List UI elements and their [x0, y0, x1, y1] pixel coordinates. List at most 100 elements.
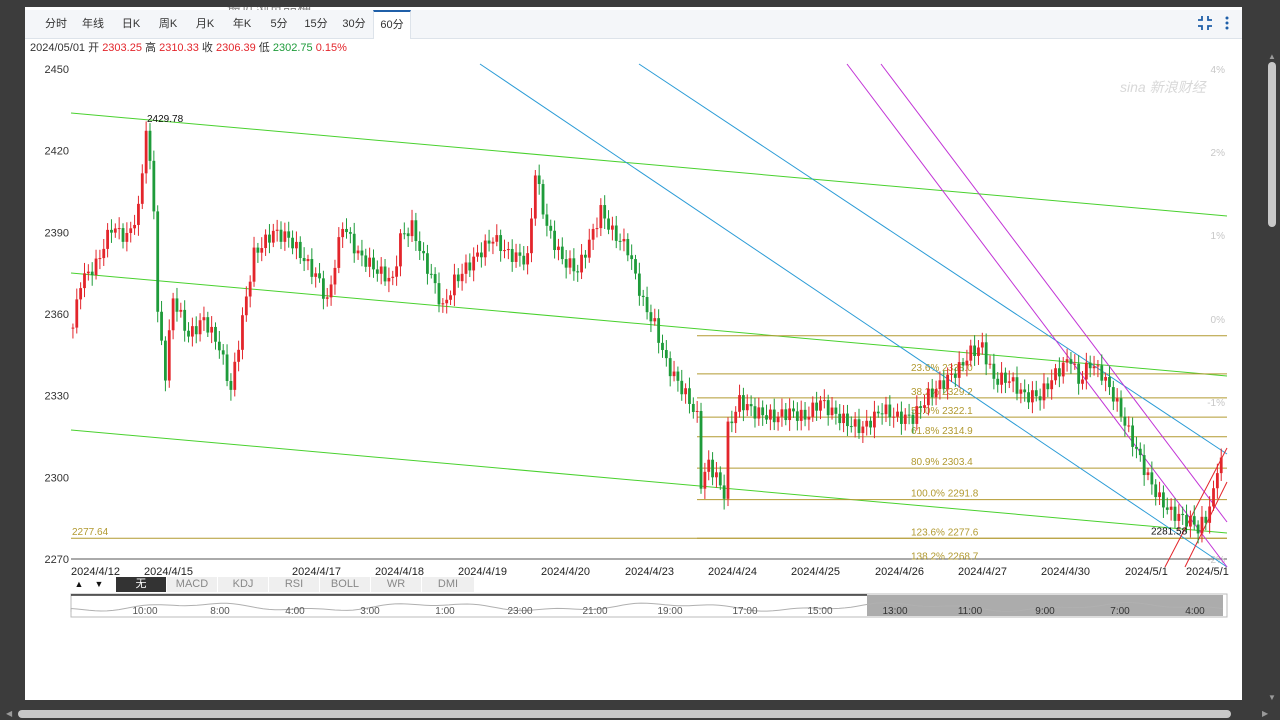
candle-body: [815, 402, 819, 411]
candle-body: [896, 411, 899, 417]
candle-body: [383, 266, 387, 282]
candle-body: [634, 259, 637, 274]
candle-body: [302, 258, 306, 262]
candle-body: [522, 255, 526, 265]
candle-body: [429, 273, 433, 275]
indicator-rsi[interactable]: RSI: [269, 577, 320, 592]
indicator-none[interactable]: 无: [116, 577, 167, 592]
candle-body: [742, 395, 745, 411]
candle-body: [268, 234, 271, 243]
candle-body: [472, 256, 476, 271]
candle-body: [707, 459, 711, 472]
candle-body: [179, 309, 183, 312]
indicator-wr[interactable]: WR: [371, 577, 422, 592]
candle-body: [765, 415, 768, 420]
candle-body: [1108, 377, 1111, 388]
candle-body: [738, 395, 741, 412]
candle-body: [1069, 359, 1073, 364]
candle-body: [892, 416, 896, 418]
candle-body: [1004, 372, 1007, 383]
candle-body: [822, 400, 826, 402]
candle-body: [865, 420, 869, 427]
candle-body: [164, 340, 167, 381]
candle-body: [460, 273, 464, 282]
candle-body: [1208, 506, 1212, 523]
fib-level-label: 123.6% 2277.6: [911, 527, 979, 538]
candle-body: [1065, 359, 1069, 363]
candle-body: [884, 404, 888, 415]
candle-body: [549, 225, 553, 231]
candle-body: [225, 354, 229, 382]
candle-body: [503, 250, 506, 252]
candle-body: [834, 407, 838, 414]
horizontal-scrollbar[interactable]: [18, 710, 1231, 718]
navigator-time-label: 1:00: [435, 606, 455, 617]
candle-body: [695, 410, 699, 412]
candle-body: [441, 303, 445, 305]
indicator-kdj[interactable]: KDJ: [218, 577, 269, 592]
candle-body: [923, 405, 926, 408]
candle-body: [826, 400, 830, 416]
candle-body: [152, 160, 156, 212]
candle-body: [649, 312, 653, 322]
scroll-right-icon[interactable]: ▶: [1262, 709, 1268, 718]
indicator-boll[interactable]: BOLL: [320, 577, 371, 592]
candle-body: [757, 407, 761, 419]
candle-body: [926, 388, 930, 406]
vertical-scrollbar[interactable]: [1268, 62, 1276, 227]
candle-body: [379, 266, 383, 274]
candle-body: [1034, 390, 1038, 397]
candle-body: [1135, 446, 1138, 449]
pct-tick-label: -1%: [1207, 398, 1225, 409]
indicator-dmi[interactable]: DMI: [422, 577, 475, 592]
candle-body: [1011, 377, 1015, 382]
candle-body: [715, 472, 718, 478]
chart-panel: 最近浏览品种 分时 年线 日K 周K 月K 年K 5分 15分 30分 60分 …: [25, 7, 1242, 700]
scroll-left-icon[interactable]: ◀: [6, 709, 12, 718]
arrow-down-button[interactable]: ▼: [91, 577, 107, 592]
candle-body: [1188, 516, 1192, 527]
pct-tick-label: 1%: [1211, 231, 1226, 242]
candle-body: [106, 229, 110, 249]
x-tick-label: 2024/4/27: [958, 566, 1007, 578]
candle-body: [1019, 389, 1023, 394]
candle-body: [329, 284, 333, 298]
candle-body: [271, 230, 275, 243]
candle-body: [391, 276, 395, 278]
candle-body: [761, 407, 765, 416]
candle-body: [491, 241, 495, 244]
candle-body: [325, 297, 329, 299]
candle-body: [1081, 379, 1084, 384]
scroll-down-icon[interactable]: ▼: [1268, 693, 1276, 702]
candle-body: [1127, 425, 1131, 427]
candle-body: [1169, 506, 1173, 510]
arrow-up-button[interactable]: ▲: [71, 577, 87, 592]
candle-body: [1173, 506, 1177, 521]
candle-body: [468, 262, 472, 271]
candle-body: [953, 373, 957, 378]
indicator-macd[interactable]: MACD: [167, 577, 218, 592]
candle-body: [356, 250, 360, 254]
candlestick-chart[interactable]: 24502420239023602330230022704%2%1%0%-1%-…: [25, 7, 1242, 700]
pct-tick-label: 4%: [1211, 65, 1226, 76]
candle-body: [1042, 383, 1046, 401]
candle-body: [445, 299, 449, 304]
candle-body: [306, 259, 310, 262]
candle-body: [799, 409, 803, 421]
candle-body: [942, 380, 946, 389]
candle-body: [375, 269, 379, 274]
trend-channel-line: [70, 112, 1228, 217]
fib-level-label: 61.8% 2314.9: [911, 426, 973, 437]
scroll-up-icon[interactable]: ▲: [1268, 52, 1276, 61]
candle-body: [422, 250, 425, 254]
candle-body: [587, 239, 591, 258]
candle-body: [1096, 365, 1100, 367]
candle-body: [961, 362, 965, 366]
candle-body: [680, 380, 684, 395]
navigator-time-label: 9:00: [1035, 606, 1055, 617]
x-tick-label: 2024/4/25: [791, 566, 840, 578]
candle-body: [572, 258, 576, 272]
navigator-time-label: 8:00: [210, 606, 230, 617]
candle-body: [622, 238, 626, 242]
candle-body: [1162, 492, 1165, 508]
